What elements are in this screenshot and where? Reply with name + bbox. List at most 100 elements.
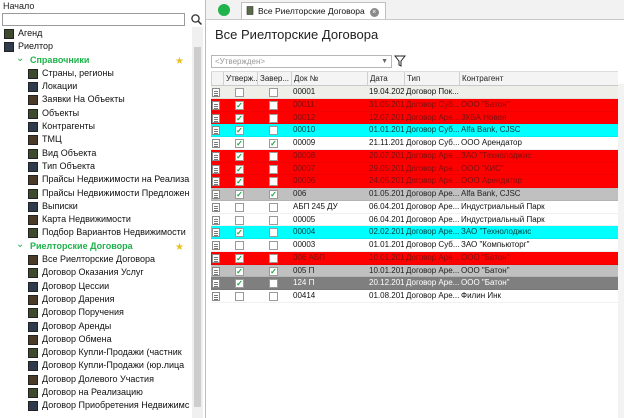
approved-checkbox[interactable]: ✓: [235, 151, 244, 161]
column-header[interactable]: Дата: [367, 72, 404, 85]
completed-checkbox[interactable]: ✓: [269, 126, 278, 136]
home-icon[interactable]: [218, 4, 230, 16]
sidebar-item[interactable]: Договор Дарения: [0, 293, 190, 306]
column-header[interactable]: Завер...: [257, 72, 291, 85]
completed-checkbox[interactable]: ✓: [269, 253, 278, 263]
table-row[interactable]: ✓ ✓ 00006 24.05.2012Договор Аре...ООО Аренд…: [211, 175, 618, 188]
table-row[interactable]: ✓ ✓ 006 01.05.2012Договор Аре...Alfa Bank, …: [211, 188, 618, 201]
sidebar-item[interactable]: Договор Приобретения Недвижимс: [0, 399, 190, 412]
approved-checkbox[interactable]: ✓: [235, 215, 244, 225]
table-row[interactable]: ✓ ✓ 00008 20.07.2012Договор Аре...ЗАО "Техн…: [211, 149, 618, 163]
chevron-down-icon[interactable]: ▼: [381, 56, 388, 67]
sidebar-item[interactable]: Договор Оказания Услуг: [0, 266, 190, 279]
approved-checkbox[interactable]: ✓: [235, 292, 244, 301]
sidebar-item[interactable]: Подбор Вариантов Недвижимости: [0, 226, 190, 239]
sidebar-search-input[interactable]: [2, 13, 185, 26]
search-icon[interactable]: [190, 13, 203, 26]
approved-checkbox[interactable]: ✓: [235, 228, 244, 238]
completed-checkbox[interactable]: ✓: [269, 177, 278, 187]
sidebar-item[interactable]: Карта Недвижимости: [0, 213, 190, 226]
table-row[interactable]: ✓ ✓ 00001 19.04.2022Договор Пок...: [211, 86, 618, 99]
sidebar-item[interactable]: Договор Обмена: [0, 333, 190, 346]
approved-checkbox[interactable]: ✓: [235, 202, 244, 212]
table-row[interactable]: ✓ ✓ 00012 12.07.2013Договор Аре...ЗКБА Ново…: [211, 111, 618, 125]
sidebar-group[interactable]: ⌄ Риелторские Договора ★: [0, 239, 190, 254]
approved-checkbox[interactable]: ✓: [235, 190, 244, 199]
table-row[interactable]: ✓ ✓ 006 АБП 10.01.2012Договор Аре...ООО "Ба…: [211, 251, 618, 265]
table-row[interactable]: ✓ ✓ 00011 31.05.2013Договор Суб...ООО "Бато…: [211, 98, 618, 112]
completed-checkbox[interactable]: ✓: [269, 292, 278, 301]
completed-checkbox[interactable]: ✓: [269, 100, 278, 110]
completed-checkbox[interactable]: ✓: [269, 164, 278, 174]
sidebar-item[interactable]: ТМЦ: [0, 133, 190, 146]
status-filter-select[interactable]: <Утвержден> ▼: [211, 55, 392, 68]
sidebar-item[interactable]: Прайсы Недвижимости Предложен: [0, 187, 190, 200]
completed-checkbox[interactable]: ✓: [269, 279, 278, 289]
table-row[interactable]: ✓ ✓ 00414 01.08.2011Договор Аре...Филин Инк: [211, 290, 618, 303]
table-row[interactable]: ✓ ✓ 00009 21.11.2012Договор Суб...ООО Аренд…: [211, 137, 618, 150]
sidebar-item[interactable]: Локации: [0, 80, 190, 93]
sidebar-item[interactable]: Договор Цессии: [0, 280, 190, 293]
completed-checkbox[interactable]: ✓: [269, 241, 278, 250]
completed-checkbox[interactable]: ✓: [269, 266, 278, 276]
column-header[interactable]: Контрагент: [459, 72, 618, 85]
sidebar-item[interactable]: Выписки: [0, 200, 190, 213]
completed-checkbox[interactable]: ✓: [269, 151, 278, 161]
approved-checkbox[interactable]: ✓: [235, 88, 244, 97]
approved-checkbox[interactable]: ✓: [235, 100, 244, 110]
completed-checkbox[interactable]: ✓: [269, 88, 278, 97]
sidebar-item[interactable]: Прайсы Недвижимости на Реализа: [0, 173, 190, 186]
sidebar-scrollbar-thumb[interactable]: [194, 47, 201, 407]
filter-icon[interactable]: [394, 55, 406, 67]
close-icon[interactable]: ×: [369, 8, 379, 17]
column-header[interactable]: Тип: [404, 72, 459, 85]
completed-checkbox[interactable]: ✓: [269, 190, 278, 199]
table-row[interactable]: ✓ ✓ АБП 245 ДУ 06.04.2012Договор Аре...Инду…: [211, 200, 618, 214]
table-row[interactable]: ✓ ✓ 00003 01.01.2012Договор Суб...ЗАО "Комп…: [211, 239, 618, 252]
completed-checkbox[interactable]: ✓: [269, 215, 278, 225]
completed-checkbox[interactable]: ✓: [269, 113, 278, 123]
sidebar-item[interactable]: Риелтор: [0, 40, 190, 53]
table-row[interactable]: ✓ ✓ 00007 29.05.2012Договор Аре...ООО "КИС": [211, 162, 618, 176]
table-row[interactable]: ✓ ✓ 124 П 20.12.2011Договор Аре...ООО "Бато…: [211, 277, 618, 290]
approved-checkbox[interactable]: ✓: [235, 241, 244, 250]
sidebar-item[interactable]: Контрагенты: [0, 120, 190, 133]
sidebar-item[interactable]: Страны, регионы: [0, 67, 190, 80]
sidebar-item[interactable]: Договор Поручения: [0, 306, 190, 319]
sidebar-item[interactable]: Договор на Реализацию: [0, 386, 190, 399]
completed-checkbox[interactable]: ✓: [269, 139, 278, 148]
approved-checkbox[interactable]: ✓: [235, 266, 244, 276]
table-row[interactable]: ✓ ✓ 00005 06.04.2012Договор Аре...Индустриа…: [211, 213, 618, 227]
sidebar-item[interactable]: Вид Объекта: [0, 147, 190, 160]
sidebar-item[interactable]: Договор Аренды: [0, 320, 190, 333]
sidebar-item[interactable]: Все Риелторские Договора: [0, 253, 190, 266]
sidebar-item[interactable]: Договор Купли-Продажи (частник: [0, 346, 190, 359]
table-row[interactable]: ✓ ✓ 00010 01.01.2013Договор Суб...Alfa Bank…: [211, 124, 618, 137]
table-row[interactable]: ✓ ✓ 005 П 10.01.2012Договор Аре...ООО "Бато…: [211, 264, 618, 278]
table-scrollbar[interactable]: [618, 84, 624, 418]
approved-checkbox[interactable]: ✓: [235, 126, 244, 136]
sidebar-item[interactable]: Тип Объекта: [0, 160, 190, 173]
approved-checkbox[interactable]: ✓: [235, 139, 244, 148]
sidebar-item[interactable]: Агенд: [0, 27, 190, 40]
approved-checkbox[interactable]: ✓: [235, 177, 244, 187]
approved-checkbox[interactable]: ✓: [235, 279, 244, 289]
completed-checkbox[interactable]: ✓: [269, 228, 278, 238]
sidebar-item[interactable]: Объекты: [0, 107, 190, 120]
column-header[interactable]: Док №: [291, 72, 367, 85]
sidebar-scrollbar[interactable]: [192, 27, 203, 418]
sidebar-item[interactable]: Заявки На Объекты: [0, 93, 190, 106]
favorite-star-icon[interactable]: ★: [175, 55, 184, 68]
sidebar-item[interactable]: Договор Купли-Продажи (юр.лица: [0, 359, 190, 372]
favorite-star-icon[interactable]: ★: [175, 241, 184, 254]
column-header[interactable]: [211, 72, 223, 85]
table-row[interactable]: ✓ ✓ 00004 02.02.2012Договор Аре...ЗАО "Техн…: [211, 226, 618, 239]
sidebar-item[interactable]: Договор Долевого Участия: [0, 373, 190, 386]
approved-checkbox[interactable]: ✓: [235, 113, 244, 123]
tab-all-contracts[interactable]: Все Риелторские Договора ×: [241, 2, 386, 19]
column-header[interactable]: Утверж...: [223, 72, 257, 85]
sidebar-group[interactable]: ⌄ Справочники ★: [0, 53, 190, 68]
approved-checkbox[interactable]: ✓: [235, 164, 244, 174]
completed-checkbox[interactable]: ✓: [269, 202, 278, 212]
approved-checkbox[interactable]: ✓: [235, 253, 244, 263]
